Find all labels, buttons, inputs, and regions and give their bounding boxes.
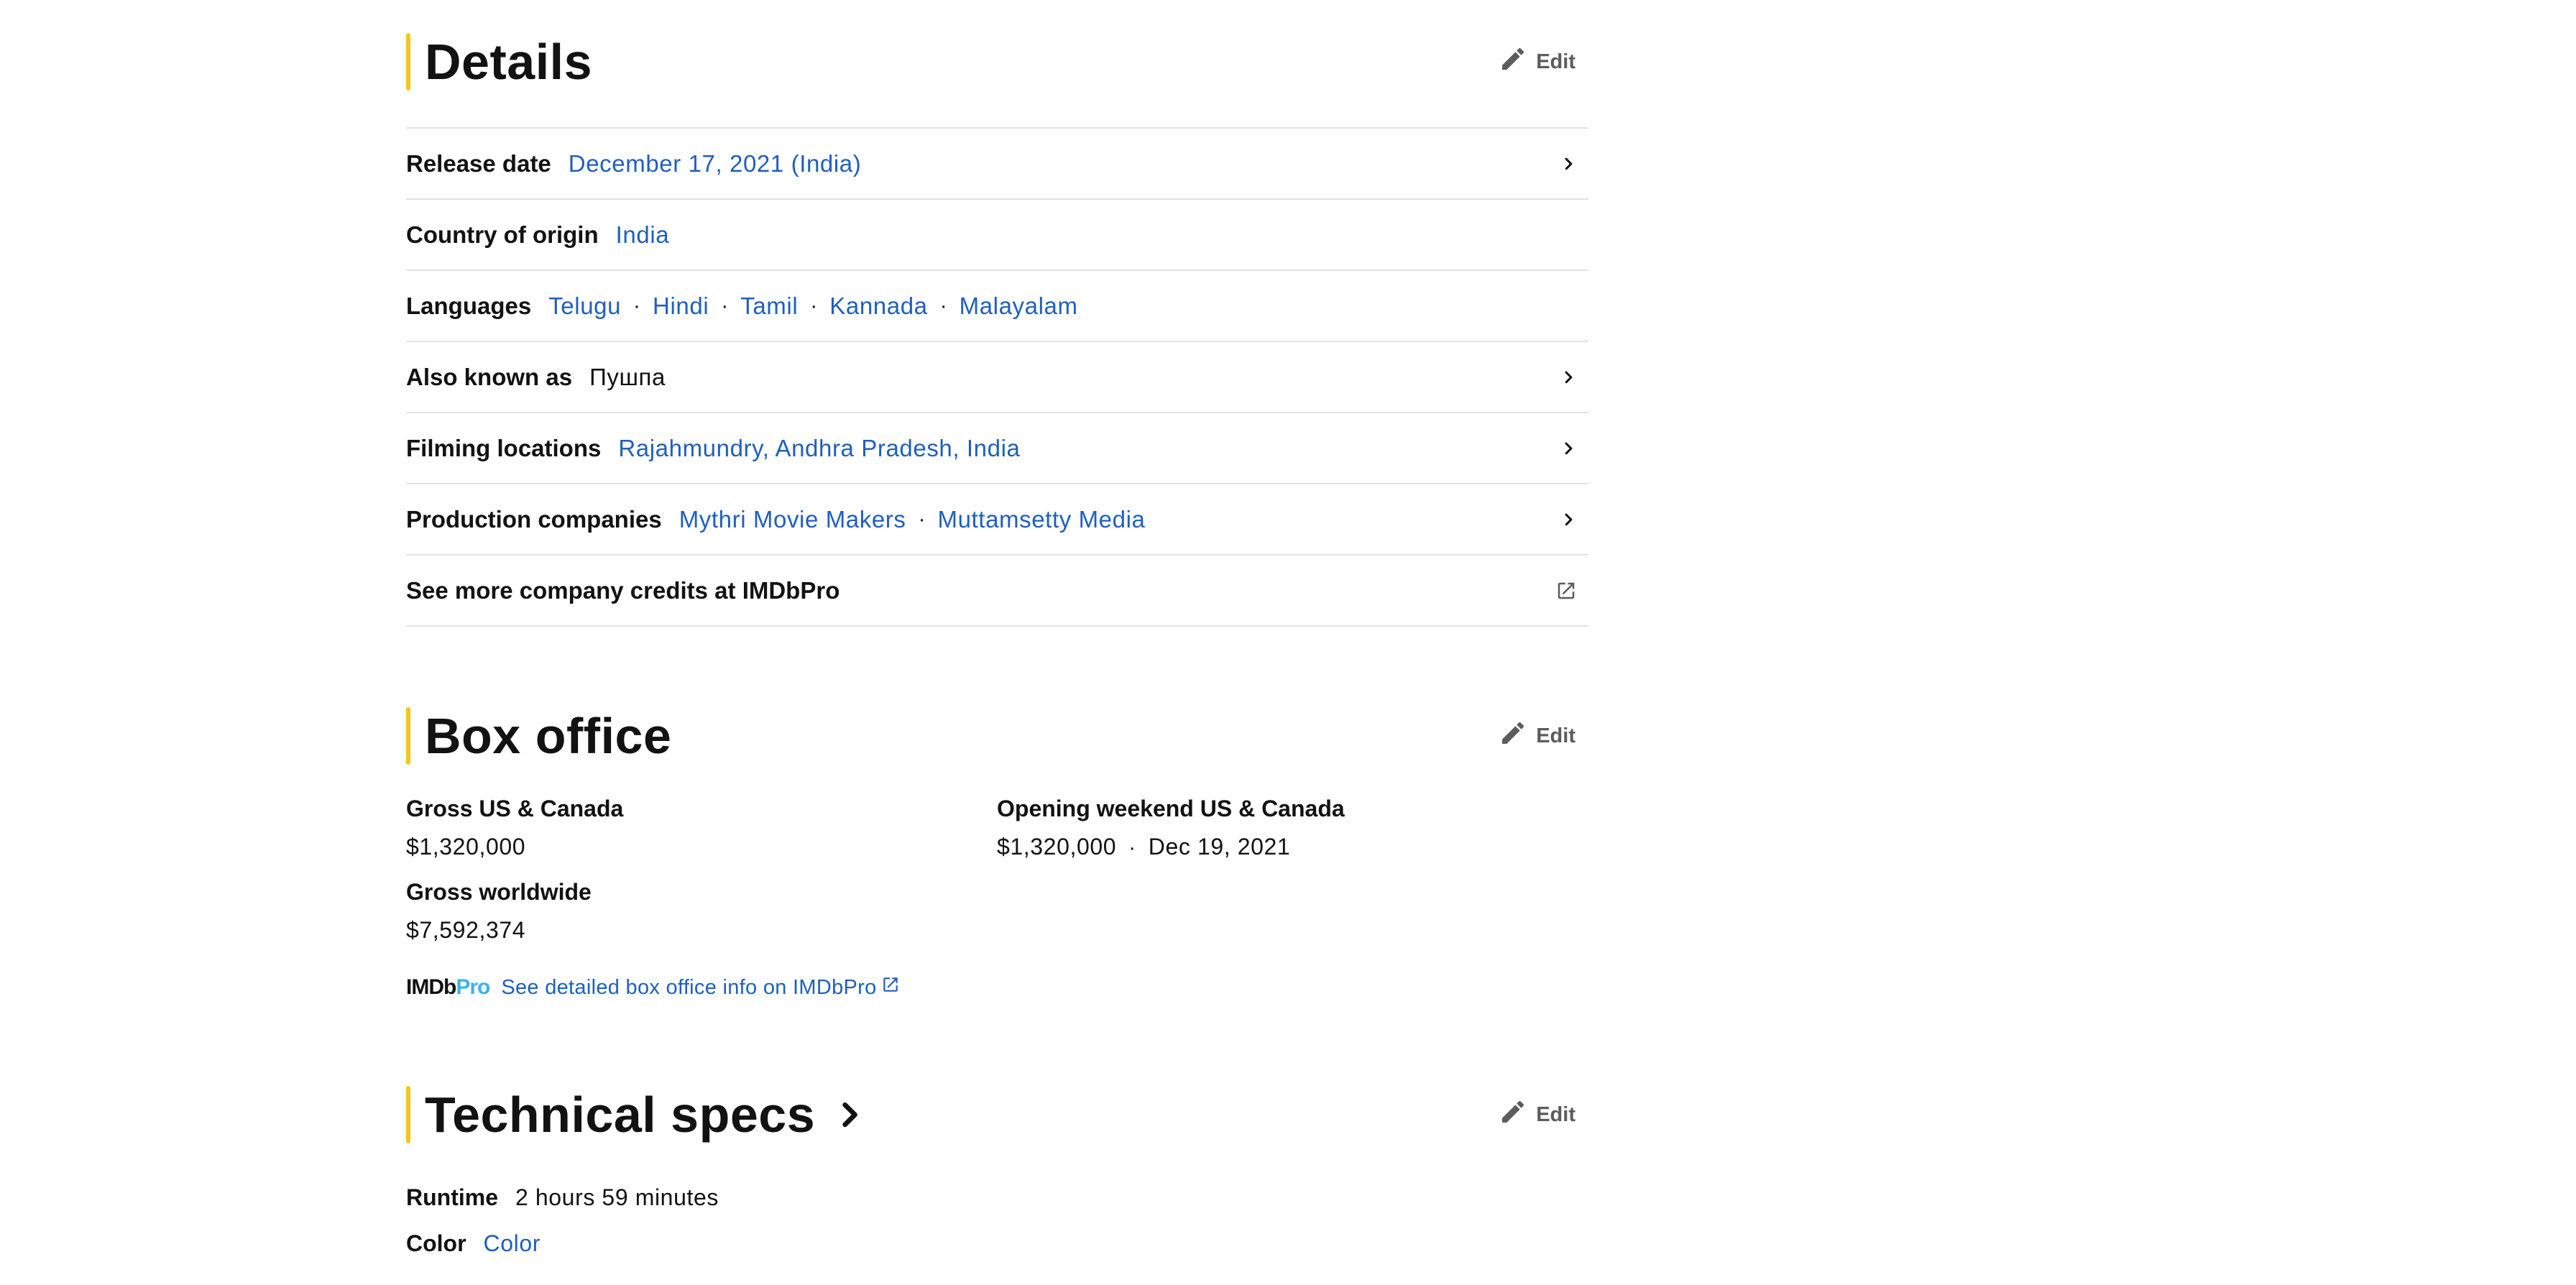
- chevron-right-icon[interactable]: [1555, 436, 1581, 461]
- separator-dot: ·: [721, 293, 729, 318]
- opening-weekend-label: Opening weekend US & Canada: [997, 796, 1345, 821]
- company-link[interactable]: Muttamsetty Media: [938, 506, 1146, 533]
- gross-worldwide-value: $7,592,374: [406, 917, 526, 943]
- external-link-icon: [881, 975, 900, 1000]
- section-accent-bar: [406, 1086, 410, 1143]
- runtime-label: Runtime: [406, 1184, 498, 1210]
- details-row-filming-locations[interactable]: Filming locations Rajahmundry, Andhra Pr…: [406, 413, 1588, 484]
- box-office-section: Box office Edit Gross US & Canada $1,320…: [406, 706, 1588, 1004]
- opening-date: Dec 19, 2021: [1148, 834, 1291, 860]
- tech-specs-section: Technical specs Edit Runtime 2 hours 59 …: [406, 1085, 1588, 1266]
- chevron-right-icon[interactable]: [831, 1093, 867, 1136]
- language-link[interactable]: Hindi: [653, 293, 709, 320]
- language-link[interactable]: Malayalam: [960, 293, 1078, 320]
- language-link[interactable]: Kannada: [829, 293, 927, 320]
- color-link[interactable]: Color: [484, 1230, 540, 1257]
- separator-dot: ·: [810, 293, 818, 318]
- details-edit-button[interactable]: Edit: [1499, 45, 1576, 79]
- chevron-right-icon[interactable]: [1555, 507, 1581, 533]
- imdbpro-logo: IMDb Pro: [406, 975, 490, 1000]
- imdbpro-logo-pro: Pro: [456, 975, 490, 999]
- aka-value: Пушпа: [589, 363, 666, 390]
- imdbpro-box-office-link-text: See detailed box office info on IMDbPro: [501, 975, 877, 999]
- language-link[interactable]: Telugu: [548, 293, 621, 320]
- imdbpro-logo-imdb: IMDb: [406, 975, 456, 999]
- language-link[interactable]: Tamil: [740, 293, 798, 320]
- page: Details Edit Release date December 17, 2…: [0, 0, 2576, 1285]
- gross-us-label: Gross US & Canada: [406, 796, 624, 821]
- company-link[interactable]: Mythri Movie Makers: [679, 506, 906, 533]
- opening-amount: $1,320,000: [997, 834, 1117, 860]
- row-label: Languages: [406, 292, 532, 319]
- release-date-link[interactable]: December 17, 2021 (India): [569, 150, 862, 178]
- more-company-credits-link[interactable]: See more company credits at IMDbPro: [406, 556, 1588, 627]
- separator-dot: ·: [633, 293, 641, 318]
- tech-specs-edit-button[interactable]: Edit: [1499, 1097, 1576, 1132]
- pencil-icon: [1499, 719, 1527, 753]
- row-label: Filming locations: [406, 434, 602, 461]
- details-section: Details Edit Release date December 17, 2…: [406, 32, 1588, 627]
- box-office-header: Box office Edit: [406, 706, 1588, 765]
- details-row-release-date[interactable]: Release date December 17, 2021 (India): [406, 129, 1588, 200]
- imdbpro-box-office-link-row: IMDb Pro See detailed box office info on …: [406, 975, 900, 1000]
- details-title: Details: [425, 34, 593, 90]
- gross-worldwide: Gross worldwide $7,592,374: [406, 879, 592, 944]
- row-label: Country of origin: [406, 221, 599, 248]
- pencil-icon: [1499, 45, 1527, 79]
- filming-location-link[interactable]: Rajahmundry, Andhra Pradesh, India: [618, 435, 1020, 462]
- separator-dot: ·: [939, 293, 947, 318]
- separator-dot: ·: [918, 507, 926, 531]
- tech-specs-list: Runtime 2 hours 59 minutes Color Color: [406, 1174, 1588, 1266]
- external-link-icon[interactable]: [1555, 578, 1581, 604]
- tech-specs-header[interactable]: Technical specs Edit: [406, 1085, 1588, 1144]
- chevron-right-icon[interactable]: [1555, 364, 1581, 390]
- box-office-grid: Gross US & Canada $1,320,000 Opening wee…: [406, 796, 1588, 1004]
- details-list: Release date December 17, 2021 (India) C…: [406, 127, 1588, 627]
- opening-weekend-value: $1,320,000 · Dec 19, 2021: [997, 834, 1345, 860]
- details-row-languages: Languages Telugu · Hindi · Tamil · Kanna…: [406, 271, 1588, 342]
- row-label: Production companies: [406, 505, 662, 533]
- tech-specs-title[interactable]: Technical specs: [425, 1086, 815, 1143]
- spec-row-runtime: Runtime 2 hours 59 minutes: [406, 1174, 1588, 1220]
- opening-weekend: Opening weekend US & Canada $1,320,000 · D…: [997, 796, 1345, 860]
- details-row-country-of-origin: Country of origin India: [406, 200, 1588, 271]
- section-accent-bar: [406, 33, 410, 91]
- pencil-icon: [1499, 1097, 1527, 1132]
- imdbpro-box-office-link[interactable]: See detailed box office info on IMDbPro: [501, 975, 899, 1000]
- box-office-title: Box office: [425, 708, 672, 764]
- gross-us-value: $1,320,000: [406, 834, 526, 860]
- gross-us-canada: Gross US & Canada $1,320,000: [406, 796, 623, 860]
- edit-label: Edit: [1536, 724, 1576, 747]
- details-row-also-known-as[interactable]: Also known as Пушпа: [406, 342, 1588, 413]
- gross-worldwide-label: Gross worldwide: [406, 879, 592, 905]
- spec-row-color: Color Color: [406, 1220, 1588, 1266]
- separator-dot: ·: [1128, 836, 1136, 860]
- country-link[interactable]: India: [616, 221, 670, 249]
- details-row-production-companies[interactable]: Production companies Mythri Movie Makers…: [406, 484, 1588, 556]
- box-office-edit-button[interactable]: Edit: [1499, 719, 1576, 753]
- more-credits-label: See more company credits at IMDbPro: [406, 576, 840, 604]
- runtime-value: 2 hours 59 minutes: [515, 1184, 719, 1210]
- details-header: Details Edit: [406, 32, 1588, 91]
- edit-label: Edit: [1536, 1102, 1576, 1126]
- edit-label: Edit: [1536, 50, 1576, 73]
- section-accent-bar: [406, 707, 410, 765]
- row-label: Also known as: [406, 363, 573, 390]
- row-label: Release date: [406, 149, 551, 177]
- chevron-right-icon[interactable]: [1555, 151, 1581, 177]
- color-label: Color: [406, 1230, 466, 1256]
